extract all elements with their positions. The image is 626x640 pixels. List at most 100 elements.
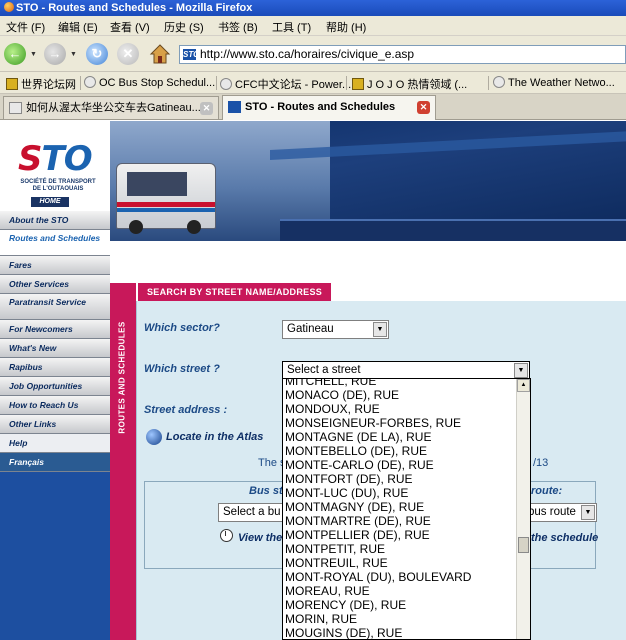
nav-francais[interactable]: Français [0,453,110,472]
forward-history-dropdown-icon[interactable]: ▼ [70,51,77,58]
nav-other-services[interactable]: Other Services [0,275,110,294]
stop-button[interactable]: ✕ [117,43,139,65]
home-link[interactable]: HOME [31,197,69,207]
back-button[interactable]: ← [4,43,26,65]
street-label: Which street ? [144,363,220,375]
reload-icon: ↻ [91,46,103,61]
street-option[interactable]: MONTMAGNY (DE), RUE [283,500,517,514]
bookmark-separator [80,76,81,90]
logo-subtitle: SOCIÉTÉ DE TRANSPORT DE L'OUTAOUAIS [20,179,96,192]
bookmark-separator [488,76,489,90]
schedule-label[interactable]: the schedule [531,532,598,544]
locate-atlas-link[interactable]: Locate in the Atlas [166,431,263,443]
scroll-up-icon[interactable]: ▲ [517,379,530,392]
street-option[interactable]: MONTAGNE (DE LA), RUE [283,430,517,444]
arrow-left-icon: ← [8,46,22,61]
nav-rapibus[interactable]: Rapibus [0,358,110,377]
nav-other-links[interactable]: Other Links [0,415,110,434]
reload-button[interactable]: ↻ [86,43,108,65]
street-option[interactable]: MONSEIGNEUR-FORBES, RUE [283,416,517,430]
chevron-down-icon: ▼ [581,505,595,520]
bookmark-separator [346,76,347,90]
street-option[interactable]: MONTMARTRE (DE), RUE [283,514,517,528]
stop-icon: ✕ [122,46,134,61]
nav-fares[interactable]: Fares [0,256,110,275]
menu-help[interactable]: 帮助 (H) [326,19,366,35]
window-title: STO - Routes and Schedules - Mozilla Fir… [16,2,253,14]
chevron-down-icon: ▼ [514,363,528,378]
tab-strip: 如何从渥太华坐公交车去Gatineau... ✕ STO - Routes an… [0,94,626,120]
street-options: MITCHELL, RUE MONACO (DE), RUE MONDOUX, … [283,379,517,639]
menu-view[interactable]: 查看 (V) [110,19,150,35]
forward-button[interactable]: → [44,43,66,65]
bookmarks-toolbar: 世界论坛网 OC Bus Stop Schedul... CFC中文论坛 - P… [0,72,626,94]
close-icon[interactable]: ✕ [417,101,430,114]
street-option[interactable]: MONT-LUC (DU), RUE [283,486,517,500]
chevron-down-icon: ▼ [373,322,387,337]
section-header: SEARCH BY STREET NAME/ADDRESS [138,283,332,301]
banner-bar [280,219,626,241]
menu-bookmarks[interactable]: 书签 (B) [218,19,258,35]
url-input[interactable]: http://www.sto.ca/horaires/civique_e.asp [179,45,626,64]
bookmark-icon [220,78,232,90]
bookmark-item[interactable]: 世界论坛网 [6,76,76,92]
bookmark-item[interactable]: CFC中文论坛 - Power... [220,76,351,92]
close-icon[interactable]: ✕ [200,102,213,115]
logo-mark: STO [18,139,93,179]
bookmark-icon [6,78,18,90]
menu-tools[interactable]: 工具 (T) [272,19,311,35]
bookmark-item[interactable]: The Weather Netwo... [493,76,615,89]
bus-illustration [116,163,216,234]
street-dropdown-list[interactable]: MITCHELL, RUE MONACO (DE), RUE MONDOUX, … [282,378,531,640]
nav-help[interactable]: Help [0,434,110,453]
nav-paratransit[interactable]: Paratransit Service [0,294,110,320]
bus-route-select[interactable]: bus route ▼ [527,503,597,522]
header-banner [110,121,626,241]
view-schedule-label[interactable]: View the [238,532,282,544]
street-option[interactable]: MONACO (DE), RUE [283,388,517,402]
street-option[interactable]: MONT-ROYAL (DU), BOULEVARD [283,570,517,584]
page-icon [9,102,22,114]
back-history-dropdown-icon[interactable]: ▼ [30,51,37,58]
nav-job-opportunities[interactable]: Job Opportunities [0,377,110,396]
street-option[interactable]: MOREAU, RUE [283,584,517,598]
window-titlebar: STO - Routes and Schedules - Mozilla Fir… [0,0,626,16]
address-label: Street address : [144,404,228,416]
navigation-toolbar: ← ▼ → ▼ ↻ ✕ http://www.sto.ca/horaires/c… [0,36,626,72]
street-option[interactable]: MONTFORT (DE), RUE [283,472,517,486]
street-option[interactable]: MONTPETIT, RUE [283,542,517,556]
bookmark-item[interactable]: J O J O 热情领域 (... [352,76,467,92]
firefox-icon [4,2,14,12]
bus-stop-select[interactable]: Select a bu [218,503,288,522]
sector-select[interactable]: Gatineau ▼ [282,320,389,339]
street-option[interactable]: MONDOUX, RUE [283,402,517,416]
home-icon[interactable] [149,43,171,65]
bookmark-icon [352,78,364,90]
menu-history[interactable]: 历史 (S) [164,19,204,35]
sector-label: Which sector? [144,322,220,334]
dropdown-scrollbar[interactable]: ▲ [516,379,530,639]
scroll-thumb[interactable] [518,537,529,553]
street-option[interactable]: MONTREUIL, RUE [283,556,517,570]
menu-file[interactable]: 文件 (F) [6,19,45,35]
tab-sto-routes[interactable]: STO - Routes and Schedules ✕ [222,95,436,120]
bookmark-icon [84,76,96,88]
nav-newcomers[interactable]: For Newcomers [0,320,110,339]
nav-routes-schedules[interactable]: Routes and Schedules [0,230,110,256]
street-option[interactable]: MORIN, RUE [283,612,517,626]
nav-whats-new[interactable]: What's New [0,339,110,358]
street-option[interactable]: MONTE-CARLO (DE), RUE [283,458,517,472]
clock-icon[interactable] [220,529,233,542]
route-label: route: [531,485,563,497]
street-option[interactable]: MITCHELL, RUE [283,379,517,388]
tab-gatineau-forum[interactable]: 如何从渥太华坐公交车去Gatineau... ✕ [3,96,219,119]
nav-reach-us[interactable]: How to Reach Us [0,396,110,415]
nav-about-sto[interactable]: About the STO [0,211,110,230]
street-option[interactable]: MONTEBELLO (DE), RUE [283,444,517,458]
globe-icon[interactable] [146,429,162,445]
street-option[interactable]: MONTPELLIER (DE), RUE [283,528,517,542]
street-option[interactable]: MORENCY (DE), RUE [283,598,517,612]
bookmark-item[interactable]: OC Bus Stop Schedul... [84,76,215,89]
street-option[interactable]: MOUGINS (DE), RUE [283,626,517,639]
menu-edit[interactable]: 编辑 (E) [58,19,98,35]
